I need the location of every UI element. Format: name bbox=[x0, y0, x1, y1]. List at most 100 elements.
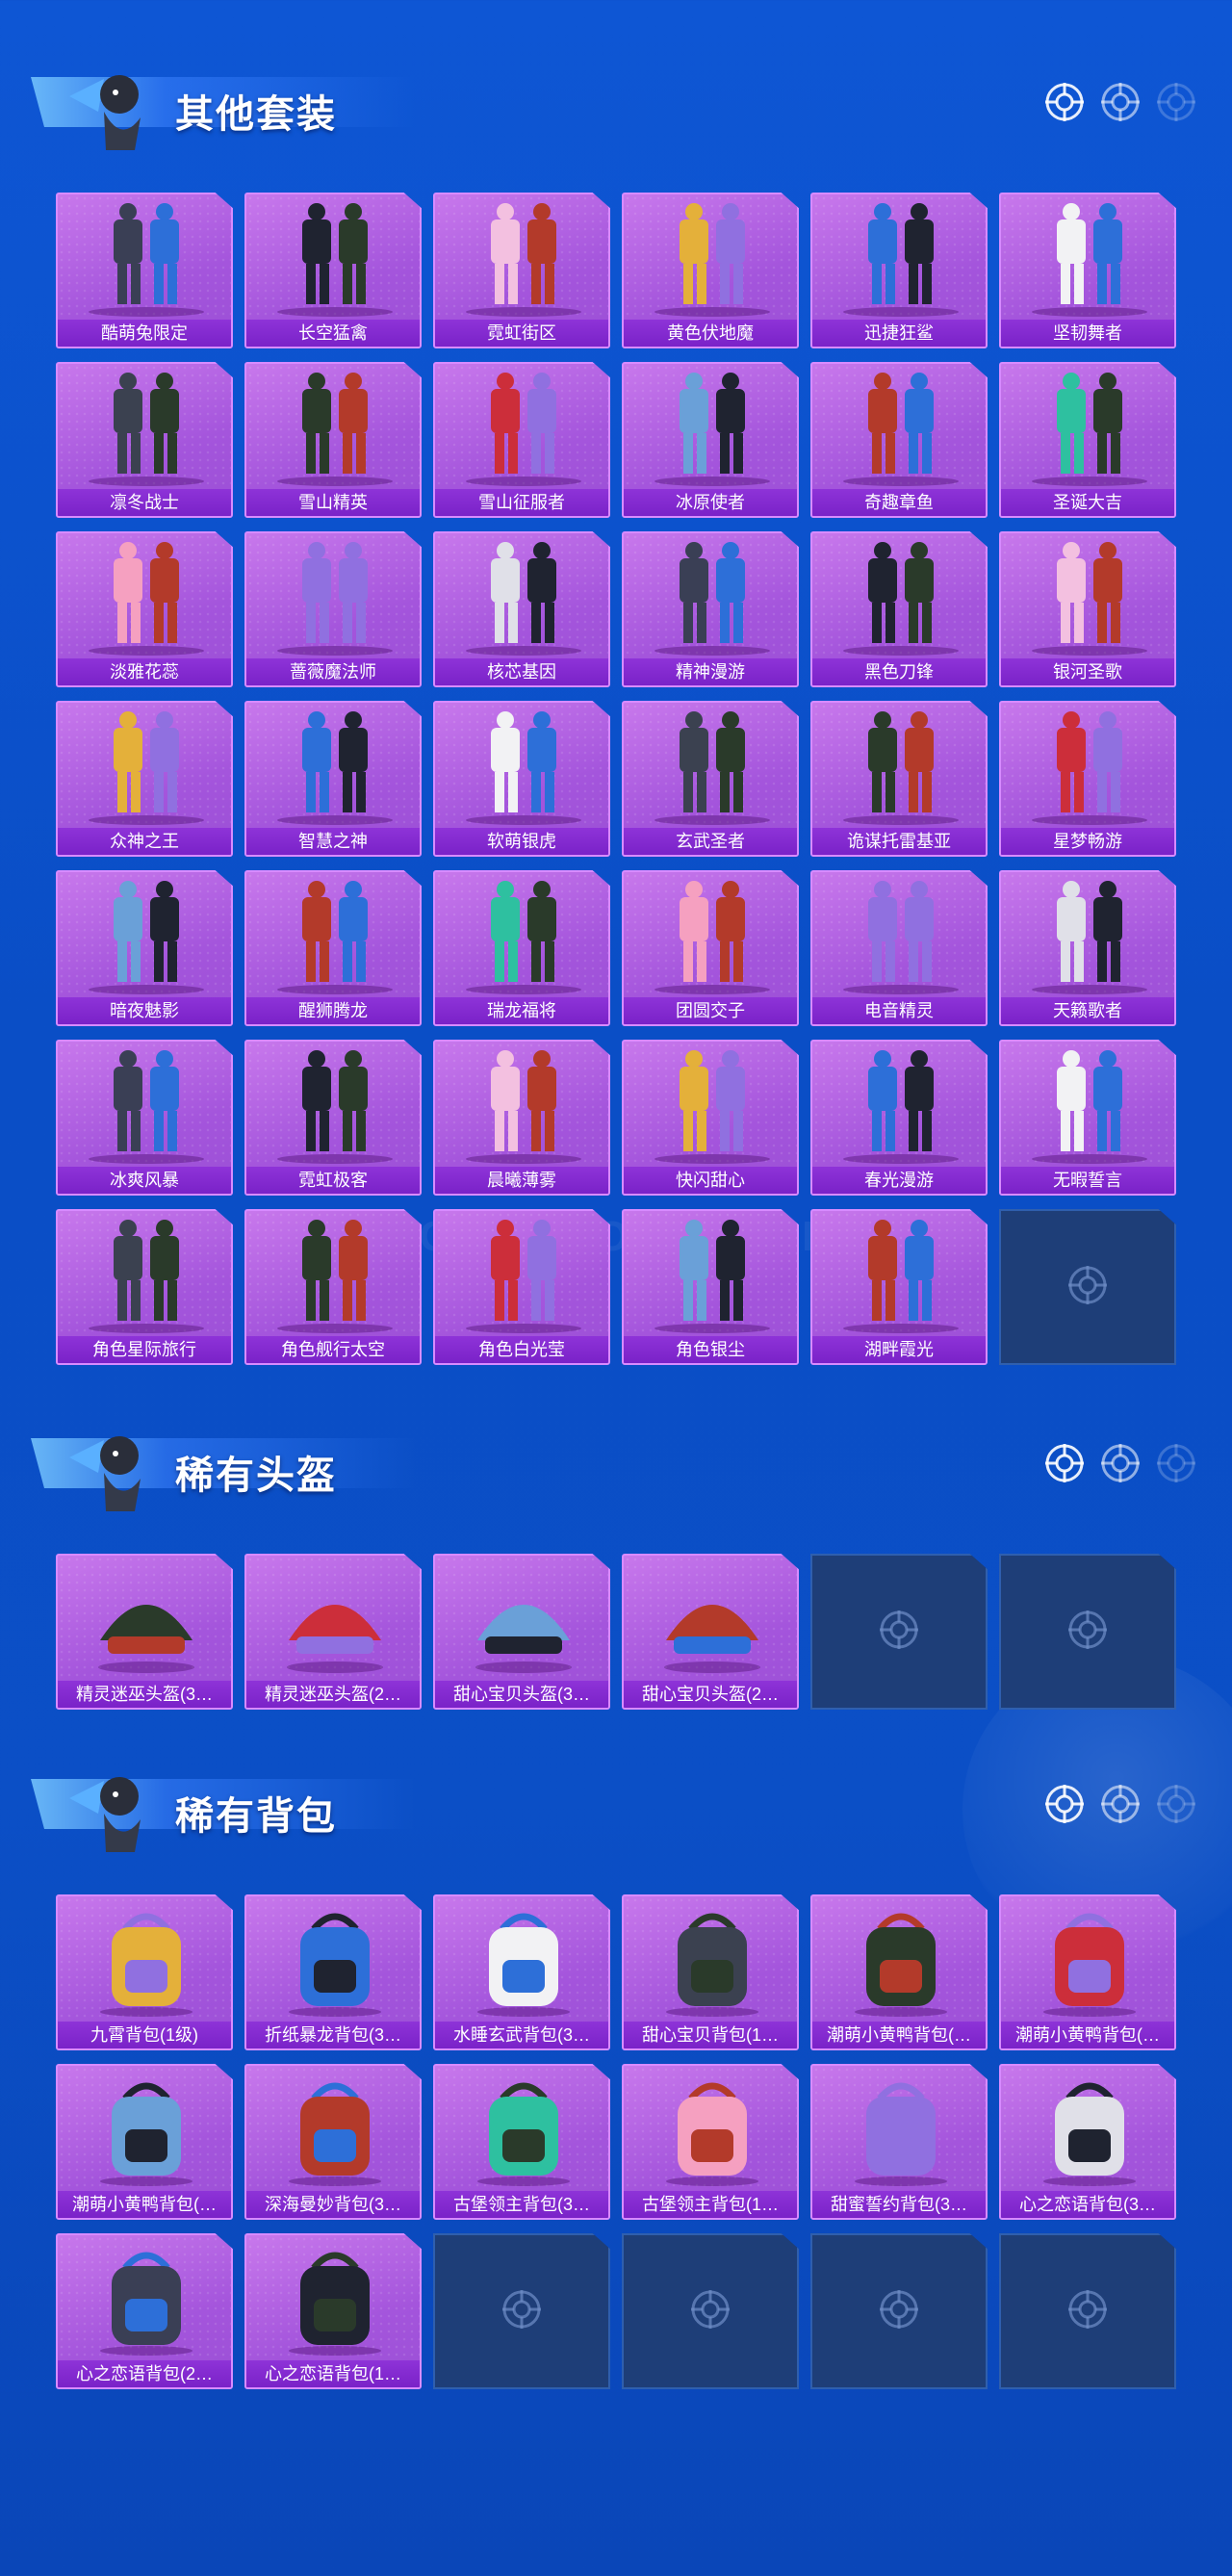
outfit-card[interactable]: 迅捷狂鲨 bbox=[810, 193, 988, 348]
helmet-card[interactable]: 甜心宝贝头盔(3… bbox=[433, 1554, 610, 1710]
helmet-image bbox=[475, 1605, 572, 1673]
card-label: 瑞龙福将 bbox=[435, 997, 608, 1024]
backpack-card[interactable]: 古堡领主背包(1… bbox=[622, 2064, 799, 2220]
card-label: 甜蜜誓约背包(3… bbox=[812, 2191, 986, 2218]
section-decor-dots bbox=[1043, 1442, 1197, 1484]
outfit-card[interactable]: 银河圣歌 bbox=[999, 531, 1176, 687]
helmet-card[interactable]: 甜心宝贝头盔(2… bbox=[622, 1554, 799, 1710]
empty-slot bbox=[999, 1554, 1176, 1710]
outfit-card[interactable]: 快闪甜心 bbox=[622, 1040, 799, 1196]
backpack-card[interactable]: 九霄背包(1级) bbox=[56, 1894, 233, 2050]
backpack-card[interactable]: 潮萌小黄鸭背包(… bbox=[810, 1894, 988, 2050]
backpack-card[interactable]: 水睡玄武背包(3… bbox=[433, 1894, 610, 2050]
outfit-image bbox=[654, 203, 770, 317]
outfit-card[interactable]: 诡谋托雷基亚 bbox=[810, 701, 988, 857]
outfit-card[interactable]: 核芯基因 bbox=[433, 531, 610, 687]
empty-slot bbox=[810, 2233, 988, 2389]
outfit-image bbox=[843, 1050, 959, 1164]
backpack-image bbox=[1043, 2082, 1136, 2186]
card-label: 春光漫游 bbox=[812, 1167, 986, 1194]
helmet-image bbox=[287, 1605, 383, 1673]
outfit-card[interactable]: 软萌银虎 bbox=[433, 701, 610, 857]
outfit-image bbox=[843, 373, 959, 486]
card-label: 古堡领主背包(3… bbox=[435, 2191, 608, 2218]
outfit-card[interactable]: 暗夜魅影 bbox=[56, 870, 233, 1026]
outfit-card[interactable]: 冰原使者 bbox=[622, 362, 799, 518]
card-label: 霓虹街区 bbox=[435, 320, 608, 347]
outfit-card[interactable]: 凛冬战士 bbox=[56, 362, 233, 518]
card-label: 众神之王 bbox=[58, 828, 231, 855]
outfit-card[interactable]: 无暇誓言 bbox=[999, 1040, 1176, 1196]
outfit-card[interactable]: 酷萌兔限定 bbox=[56, 193, 233, 348]
outfit-card[interactable]: 角色银尘 bbox=[622, 1209, 799, 1365]
card-label: 长空猛禽 bbox=[246, 320, 420, 347]
outfit-card[interactable]: 雪山精英 bbox=[244, 362, 422, 518]
outfit-card[interactable]: 团圆交子 bbox=[622, 870, 799, 1026]
backpack-card[interactable]: 潮萌小黄鸭背包(… bbox=[56, 2064, 233, 2220]
outfit-image bbox=[89, 373, 204, 486]
outfit-card[interactable]: 湖畔霞光 bbox=[810, 1209, 988, 1365]
outfit-card[interactable]: 瑞龙福将 bbox=[433, 870, 610, 1026]
crosshair-icon bbox=[878, 2288, 920, 2335]
outfit-card[interactable]: 奇趣章鱼 bbox=[810, 362, 988, 518]
outfit-image bbox=[466, 203, 581, 317]
backpack-card[interactable]: 古堡领主背包(3… bbox=[433, 2064, 610, 2220]
backpack-card[interactable]: 心之恋语背包(3… bbox=[999, 2064, 1176, 2220]
outfit-card[interactable]: 霓虹极客 bbox=[244, 1040, 422, 1196]
section-banner: 稀有头盔 bbox=[31, 1419, 416, 1511]
card-label: 甜心宝贝头盔(3… bbox=[435, 1681, 608, 1708]
section-decor-dots bbox=[1043, 1783, 1197, 1825]
outfit-card[interactable]: 天籁歌者 bbox=[999, 870, 1176, 1026]
card-label: 深海曼妙背包(3… bbox=[246, 2191, 420, 2218]
outfit-image bbox=[1032, 1050, 1147, 1164]
crosshair-icon bbox=[1155, 1783, 1197, 1825]
outfit-card[interactable]: 坚韧舞者 bbox=[999, 193, 1176, 348]
outfit-card[interactable]: 淡雅花蕊 bbox=[56, 531, 233, 687]
outfit-card[interactable]: 玄武圣者 bbox=[622, 701, 799, 857]
outfit-card[interactable]: 智慧之神 bbox=[244, 701, 422, 857]
card-label: 角色舰行太空 bbox=[246, 1336, 420, 1363]
outfit-card[interactable]: 雪山征服者 bbox=[433, 362, 610, 518]
card-label: 凛冬战士 bbox=[58, 489, 231, 516]
backpack-card[interactable]: 心之恋语背包(2… bbox=[56, 2233, 233, 2389]
outfit-card[interactable]: 角色舰行太空 bbox=[244, 1209, 422, 1365]
outfit-card[interactable]: 电音精灵 bbox=[810, 870, 988, 1026]
crosshair-icon bbox=[689, 2288, 732, 2335]
outfit-card[interactable]: 圣诞大吉 bbox=[999, 362, 1176, 518]
backpack-image bbox=[289, 2082, 381, 2186]
card-label: 晨曦薄雾 bbox=[435, 1167, 608, 1194]
outfit-card[interactable]: 黑色刀锋 bbox=[810, 531, 988, 687]
backpack-card[interactable]: 潮萌小黄鸭背包(… bbox=[999, 1894, 1176, 2050]
outfit-card[interactable]: 角色星际旅行 bbox=[56, 1209, 233, 1365]
card-label: 冰爽风暴 bbox=[58, 1167, 231, 1194]
backpack-card[interactable]: 折纸暴龙背包(3… bbox=[244, 1894, 422, 2050]
backpack-card[interactable]: 深海曼妙背包(3… bbox=[244, 2064, 422, 2220]
outfit-card[interactable]: 蔷薇魔法师 bbox=[244, 531, 422, 687]
section-header: 其他套装 bbox=[0, 23, 1232, 150]
card-label: 黄色伏地魔 bbox=[624, 320, 797, 347]
crosshair-icon bbox=[1066, 1609, 1109, 1656]
backpack-card[interactable]: 甜蜜誓约背包(3… bbox=[810, 2064, 988, 2220]
empty-slot bbox=[622, 2233, 799, 2389]
helmet-card[interactable]: 精灵迷巫头盔(2… bbox=[244, 1554, 422, 1710]
card-label: 心之恋语背包(3… bbox=[1001, 2191, 1174, 2218]
outfit-card[interactable]: 醒狮腾龙 bbox=[244, 870, 422, 1026]
outfit-card[interactable]: 众神之王 bbox=[56, 701, 233, 857]
outfit-card[interactable]: 黄色伏地魔 bbox=[622, 193, 799, 348]
outfit-card[interactable]: 长空猛禽 bbox=[244, 193, 422, 348]
outfit-card[interactable]: 春光漫游 bbox=[810, 1040, 988, 1196]
section-outfits: 其他套装 酷萌兔限定 长空猛禽 霓虹街区 黄色伏地魔 迅捷狂鲨 坚韧舞者 凛冬战… bbox=[0, 23, 1232, 1365]
outfit-card[interactable]: 晨曦薄雾 bbox=[433, 1040, 610, 1196]
backpack-card[interactable]: 心之恋语背包(1… bbox=[244, 2233, 422, 2389]
section-decor-dots bbox=[1043, 81, 1197, 123]
empty-slot bbox=[999, 2233, 1176, 2389]
outfit-card[interactable]: 精神漫游 bbox=[622, 531, 799, 687]
card-label: 软萌银虎 bbox=[435, 828, 608, 855]
card-label: 淡雅花蕊 bbox=[58, 658, 231, 685]
outfit-card[interactable]: 霓虹街区 bbox=[433, 193, 610, 348]
backpack-card[interactable]: 甜心宝贝背包(1… bbox=[622, 1894, 799, 2050]
outfit-card[interactable]: 星梦畅游 bbox=[999, 701, 1176, 857]
outfit-card[interactable]: 角色白光莹 bbox=[433, 1209, 610, 1365]
outfit-card[interactable]: 冰爽风暴 bbox=[56, 1040, 233, 1196]
helmet-card[interactable]: 精灵迷巫头盔(3… bbox=[56, 1554, 233, 1710]
